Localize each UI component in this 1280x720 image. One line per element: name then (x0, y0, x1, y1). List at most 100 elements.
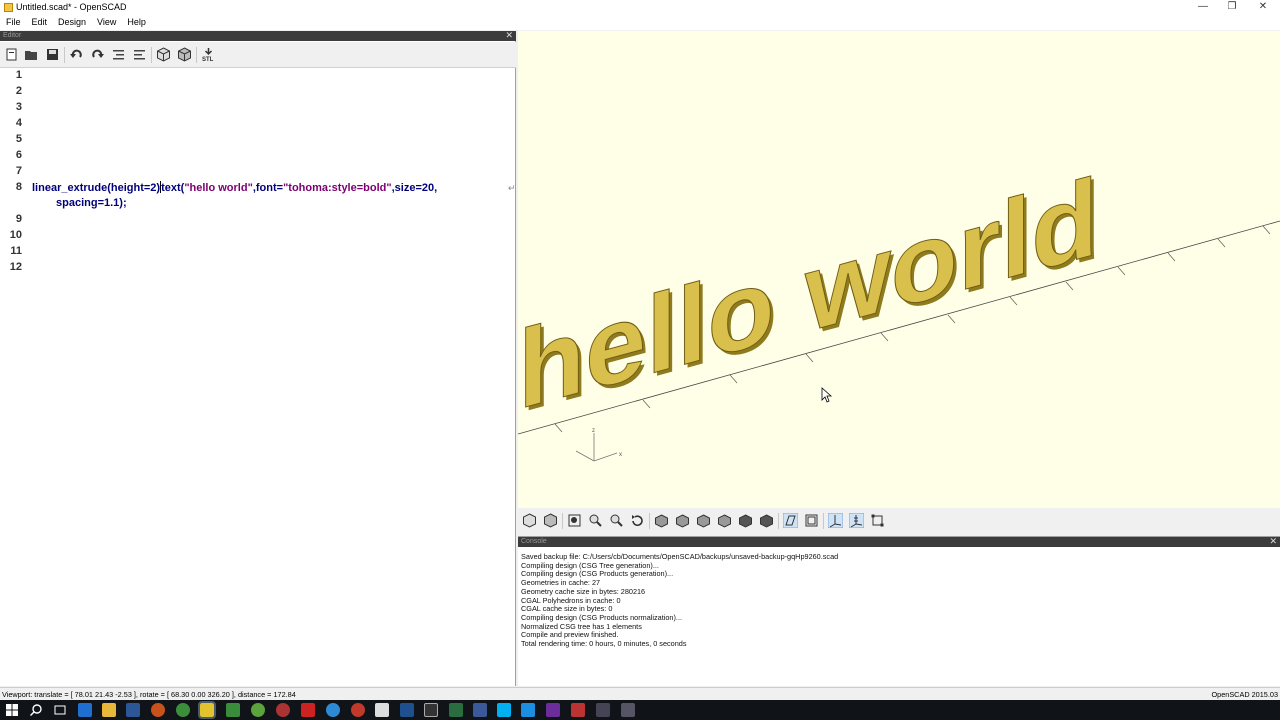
preview-icon[interactable] (522, 513, 537, 528)
rendered-text-model: hello world hello world (518, 154, 1101, 436)
app-icon[interactable] (276, 703, 290, 717)
view-back-icon[interactable] (759, 513, 774, 528)
preview-icon[interactable] (156, 47, 171, 62)
code-line-wrapped[interactable]: spacing=1.1); (56, 197, 127, 209)
toolbar-separator (649, 513, 650, 529)
view-bottom-icon[interactable] (675, 513, 690, 528)
perspective-icon[interactable] (783, 513, 798, 528)
close-button[interactable]: ✕ (1249, 0, 1277, 15)
code-token: ,size=20, (391, 182, 438, 194)
menu-design[interactable]: Design (52, 15, 91, 27)
show-scale-icon[interactable] (849, 513, 864, 528)
store-icon[interactable] (126, 703, 140, 717)
app-icon[interactable] (571, 703, 585, 717)
save-icon[interactable] (45, 47, 60, 62)
wrap-marker-icon: ↵ (508, 183, 516, 193)
task-view-icon[interactable] (53, 703, 67, 717)
chrome-icon[interactable] (176, 703, 190, 717)
orthogonal-icon[interactable] (804, 513, 819, 528)
zoom-out-icon[interactable] (609, 513, 624, 528)
calculator-icon[interactable] (375, 703, 389, 717)
code-token: text( (161, 182, 185, 194)
line-number: 8 (15, 181, 22, 193)
code-editor[interactable]: linear_extrude(height=2)text("hello worl… (32, 68, 516, 686)
line-number: 7 (15, 165, 22, 177)
version-label: OpenSCAD 2015.03 (1211, 690, 1278, 699)
export-stl-icon[interactable]: STL (201, 47, 216, 62)
line-number: 2 (15, 85, 22, 97)
ie-icon[interactable] (78, 703, 92, 717)
indent-icon[interactable] (132, 47, 147, 62)
skype-icon[interactable] (497, 703, 511, 717)
menu-view[interactable]: View (91, 15, 121, 27)
app-icon[interactable] (301, 703, 315, 717)
editor-toolbar: STL (0, 42, 516, 68)
view-right-icon[interactable] (717, 513, 732, 528)
axis-x-label: x (619, 452, 622, 458)
show-edges-icon[interactable] (870, 513, 885, 528)
app-icon[interactable] (326, 703, 340, 717)
console-dock-label: Console (521, 538, 547, 545)
undo-icon[interactable] (69, 47, 84, 62)
app-icon[interactable] (351, 703, 365, 717)
code-line[interactable]: linear_extrude(height=2)text("hello worl… (32, 181, 437, 194)
unindent-icon[interactable] (111, 47, 126, 62)
editor-panel: Editor ✕ STL 1 2 3 4 5 6 7 8 9 10 11 12 … (0, 30, 516, 686)
reset-view-icon[interactable] (630, 513, 645, 528)
console-output[interactable]: Saved backup file: C:/Users/cb/Documents… (521, 552, 838, 649)
editor-dock-label: Editor (3, 32, 22, 39)
app-icon[interactable] (226, 703, 240, 717)
axes-indicator: z x (575, 428, 622, 462)
minimize-button[interactable]: — (1189, 0, 1217, 15)
app-icon[interactable] (596, 703, 610, 717)
line-number: 11 (10, 245, 22, 257)
app-icon[interactable] (449, 703, 463, 717)
zoom-in-icon[interactable] (588, 513, 603, 528)
start-icon[interactable] (5, 703, 19, 717)
app-icon[interactable] (424, 703, 438, 717)
app-icon[interactable] (400, 703, 414, 717)
view-toolbar (518, 508, 1280, 534)
taskbar (0, 700, 1280, 720)
menu-bar: File Edit Design View Help (0, 15, 1280, 30)
redo-icon[interactable] (90, 47, 105, 62)
toolbar-separator (562, 513, 563, 529)
3d-viewport[interactable]: hello world hello world z x (518, 31, 1280, 508)
code-token: ,font= (252, 182, 284, 194)
restore-button[interactable]: ❐ (1218, 0, 1246, 15)
toolbar-separator (151, 47, 152, 63)
render-icon[interactable] (543, 513, 558, 528)
app-icon[interactable] (621, 703, 635, 717)
app-icon[interactable] (251, 703, 265, 717)
menu-help[interactable]: Help (121, 15, 151, 27)
title-bar: Untitled.scad* - OpenSCAD — ❐ ✕ (0, 0, 1280, 15)
openscad-icon[interactable] (198, 701, 216, 719)
mouse-cursor-icon (821, 387, 833, 403)
zoom-all-icon[interactable] (567, 513, 582, 528)
open-file-icon[interactable] (24, 47, 39, 62)
code-token: spacing=1.1); (56, 197, 127, 209)
console-dock-close-icon[interactable]: ✕ (1269, 536, 1277, 546)
code-string: "tohoma:style=bold" (283, 182, 392, 194)
app-icon[interactable] (521, 703, 535, 717)
menu-file[interactable]: File (0, 15, 26, 27)
view-left-icon[interactable] (696, 513, 711, 528)
menu-edit[interactable]: Edit (26, 15, 53, 27)
search-icon[interactable] (29, 703, 43, 717)
render-icon[interactable] (177, 47, 192, 62)
app-icon[interactable] (546, 703, 560, 717)
show-axes-icon[interactable] (828, 513, 843, 528)
facebook-icon[interactable] (473, 703, 487, 717)
new-file-icon[interactable] (4, 47, 19, 62)
line-number: 9 (15, 213, 22, 225)
explorer-icon[interactable] (102, 703, 116, 717)
view-top-icon[interactable] (654, 513, 669, 528)
editor-dock-close-icon[interactable]: ✕ (505, 30, 513, 40)
line-number: 5 (15, 133, 22, 145)
firefox-icon[interactable] (151, 703, 165, 717)
line-number-gutter: 1 2 3 4 5 6 7 8 9 10 11 12 (0, 68, 30, 686)
viewport-canvas[interactable]: hello world hello world z x (518, 31, 1280, 508)
axis-z-label: z (592, 428, 595, 434)
console-panel: Console ✕ Saved backup file: C:/Users/cb… (518, 536, 1280, 686)
view-front-icon[interactable] (738, 513, 753, 528)
